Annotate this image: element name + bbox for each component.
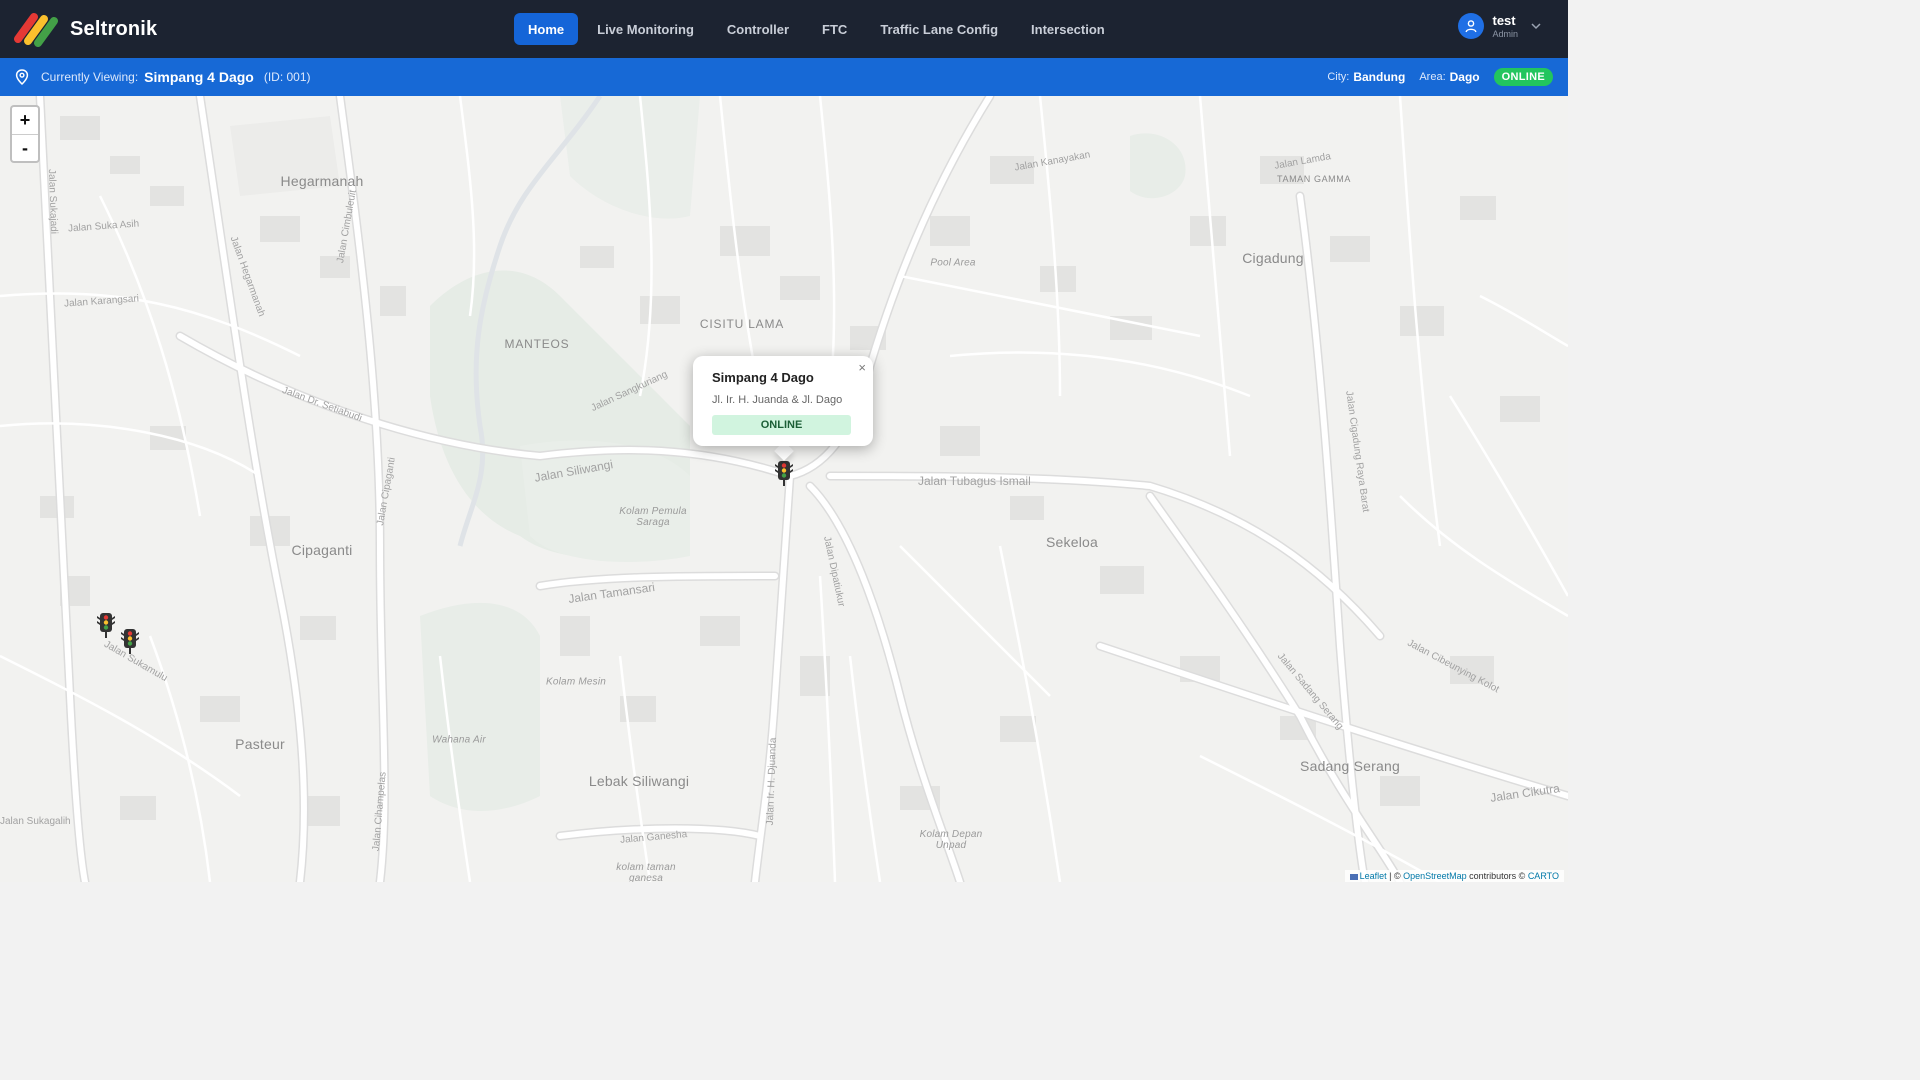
area-value: Dago: [1449, 70, 1480, 84]
main-nav: Home Live Monitoring Controller FTC Traf…: [514, 13, 1124, 45]
currently-viewing-label: Currently Viewing:: [41, 70, 139, 84]
intersection-popup: × Simpang 4 Dago Jl. Ir. H. Juanda & Jl.…: [693, 356, 873, 446]
nav-intersection[interactable]: Intersection: [1017, 13, 1119, 45]
intersection-id: (ID: 001): [263, 70, 311, 84]
zoom-out-button[interactable]: -: [12, 134, 38, 161]
close-icon[interactable]: ×: [858, 360, 866, 375]
place-pasteur: Pasteur: [235, 736, 285, 752]
city-value: Bandung: [1353, 70, 1406, 84]
carto-link[interactable]: CARTO: [1528, 871, 1559, 881]
zoom-in-button[interactable]: +: [12, 107, 38, 134]
place-kolam-taman-ganesa: kolam taman ganesa: [616, 862, 676, 882]
street-label: Jalan Sukagalih: [0, 816, 71, 827]
osm-link[interactable]: OpenStreetMap: [1403, 871, 1467, 881]
place-kolam-pemula-saraga: Kolam Pemula Saraga: [619, 506, 687, 528]
place-wahana-air: Wahana Air: [432, 734, 486, 746]
place-cigadung: Cigadung: [1242, 250, 1304, 266]
place-sekeloa: Sekeloa: [1046, 534, 1098, 550]
chevron-down-icon[interactable]: [1530, 20, 1542, 32]
popup-status-badge: ONLINE: [712, 415, 851, 435]
attribution-contrib: contributors ©: [1466, 871, 1528, 881]
map-view[interactable]: Hegarmanah MANTEOS CISITU LAMA Cigadung …: [0, 96, 1568, 882]
nav-live-monitoring[interactable]: Live Monitoring: [583, 13, 708, 45]
leaflet-link[interactable]: Leaflet: [1360, 871, 1387, 881]
brand[interactable]: Seltronik: [14, 11, 157, 47]
nav-ftc[interactable]: FTC: [808, 13, 861, 45]
place-cipaganti: Cipaganti: [291, 542, 353, 558]
top-navbar: Seltronik Home Live Monitoring Controlle…: [0, 0, 1568, 58]
place-taman-gamma: TAMAN GAMMA: [1277, 174, 1351, 184]
intersection-name: Simpang 4 Dago: [144, 69, 254, 85]
user-icon: [1458, 13, 1485, 39]
traffic-light-marker-icon[interactable]: [97, 612, 115, 638]
current-view-bar: Currently Viewing: Simpang 4 Dago (ID: 0…: [0, 58, 1568, 96]
status-badge: ONLINE: [1493, 68, 1553, 86]
attribution-sep: | ©: [1386, 871, 1404, 881]
area-label: Area:: [1419, 71, 1446, 83]
popup-address: Jl. Ir. H. Juanda & Jl. Dago: [712, 394, 843, 406]
map-attribution: Leaflet | © OpenStreetMap contributors ©…: [1344, 870, 1564, 882]
place-cisitu-lama: CISITU LAMA: [699, 317, 785, 331]
place-pool-area: Pool Area: [930, 257, 976, 269]
user-info: test Admin: [1492, 14, 1518, 39]
place-manteos: MANTEOS: [504, 337, 570, 351]
nav-controller[interactable]: Controller: [713, 13, 803, 45]
traffic-light-marker-icon[interactable]: [121, 628, 139, 654]
place-lebak-siliwangi: Lebak Siliwangi: [588, 773, 690, 789]
nav-home[interactable]: Home: [514, 13, 579, 45]
street-label: Jalan Tubagus Ismail: [918, 474, 1031, 488]
city-label: City:: [1327, 71, 1350, 83]
traffic-light-marker-icon[interactable]: [775, 460, 793, 486]
user-menu[interactable]: test Admin: [1458, 13, 1542, 39]
brand-name: Seltronik: [70, 17, 158, 40]
street-label: Jalan Sukajadi: [45, 168, 60, 235]
place-sadang-serang: Sadang Serang: [1300, 758, 1400, 774]
seltronik-logo-icon: [14, 13, 58, 47]
zoom-control: + -: [10, 105, 40, 163]
place-hegarmanah: Hegarmanah: [280, 173, 364, 189]
place-kolam-depan-unpad: Kolam Depan Unpad: [919, 829, 983, 851]
nav-traffic-lane-config[interactable]: Traffic Lane Config: [866, 13, 1012, 45]
flag-icon: [1349, 873, 1358, 880]
place-kolam-mesin: Kolam Mesin: [546, 676, 606, 688]
user-name: test: [1492, 12, 1516, 28]
popup-title: Simpang 4 Dago: [712, 370, 814, 385]
user-role: Admin: [1492, 28, 1518, 39]
location-pin-icon: [15, 69, 29, 85]
